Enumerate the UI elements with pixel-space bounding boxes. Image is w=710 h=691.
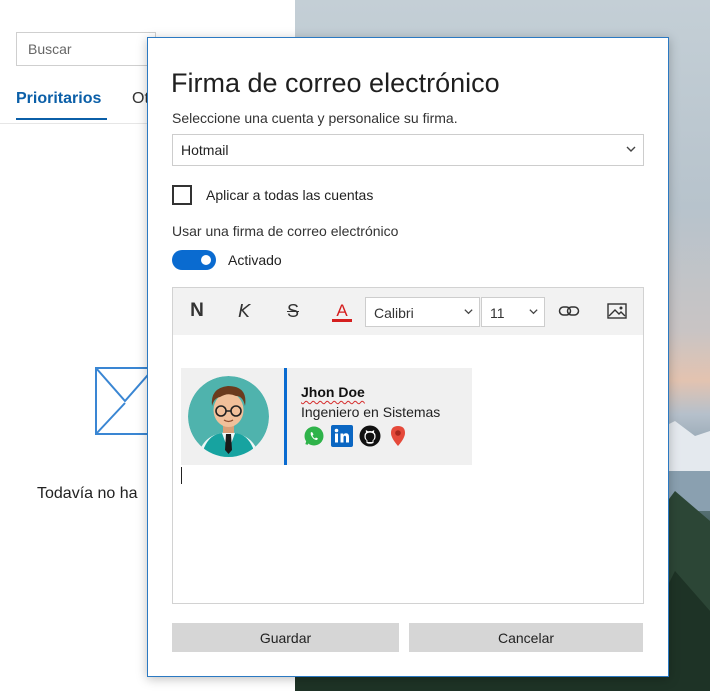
envelope-icon [95,367,155,435]
apply-all-checkbox[interactable] [172,185,192,205]
use-signature-label: Usar una firma de correo electrónico [172,223,399,239]
cancel-button[interactable]: Cancelar [409,623,643,652]
italic-icon: K [238,300,250,322]
apply-all-label: Aplicar a todas las cuentas [206,187,374,203]
strikethrough-icon: S [286,300,299,321]
signature-accent-bar [284,368,287,465]
toggle-state-label: Activado [228,252,282,268]
font-family-value: Calibri [374,305,414,321]
apply-all-row: Aplicar a todas las cuentas [172,185,373,205]
font-size-select[interactable]: 11 [481,297,545,327]
strikethrough-button[interactable]: S [277,296,309,326]
save-button[interactable]: Guardar [172,623,399,652]
signature-card: Jhon Doe Ingeniero en Sistemas [181,368,472,465]
font-color-bar [332,318,352,322]
github-icon[interactable] [359,425,381,447]
signature-toggle[interactable] [172,250,216,270]
search-input[interactable]: Buscar [16,32,156,66]
italic-button[interactable]: K [228,296,260,326]
toggle-knob [201,255,211,265]
chevron-down-icon [464,309,473,315]
chevron-down-icon [626,146,636,152]
image-icon [607,303,627,319]
font-color-icon: A [336,300,348,320]
whatsapp-icon[interactable] [303,425,325,447]
formatting-toolbar: N K S A Calibri 11 [173,288,643,335]
bold-icon: N [190,300,204,321]
insert-image-button[interactable] [601,296,633,326]
dialog-title: Firma de correo electrónico [171,68,500,98]
linkedin-icon[interactable] [331,425,353,447]
account-select-value: Hotmail [181,142,229,158]
chevron-down-icon [529,309,538,315]
avatar [188,376,269,457]
signature-social-icons [303,425,409,447]
signature-editor[interactable]: N K S A Calibri 11 Jhon Doe Ingeniero en… [172,287,644,604]
font-size-value: 11 [490,305,505,321]
empty-inbox-message: Todavía no ha [37,485,138,502]
dialog-subtitle: Seleccione una cuenta y personalice su f… [172,110,458,126]
link-icon [558,306,580,316]
insert-link-button[interactable] [553,296,585,326]
signature-toggle-row: Activado [172,250,282,270]
location-pin-icon[interactable] [387,425,409,447]
email-signature-dialog: Firma de correo electrónico Seleccione u… [147,37,669,677]
font-family-select[interactable]: Calibri [365,297,480,327]
active-tab-indicator [16,118,107,120]
account-select[interactable]: Hotmail [172,134,644,166]
text-caret [181,467,182,484]
bold-button[interactable]: N [181,296,213,326]
tab-prioritarios[interactable]: Prioritarios [16,90,101,108]
font-color-button[interactable]: A [326,296,358,326]
signature-name: Jhon Doe [301,384,365,400]
signature-role: Ingeniero en Sistemas [301,404,441,420]
